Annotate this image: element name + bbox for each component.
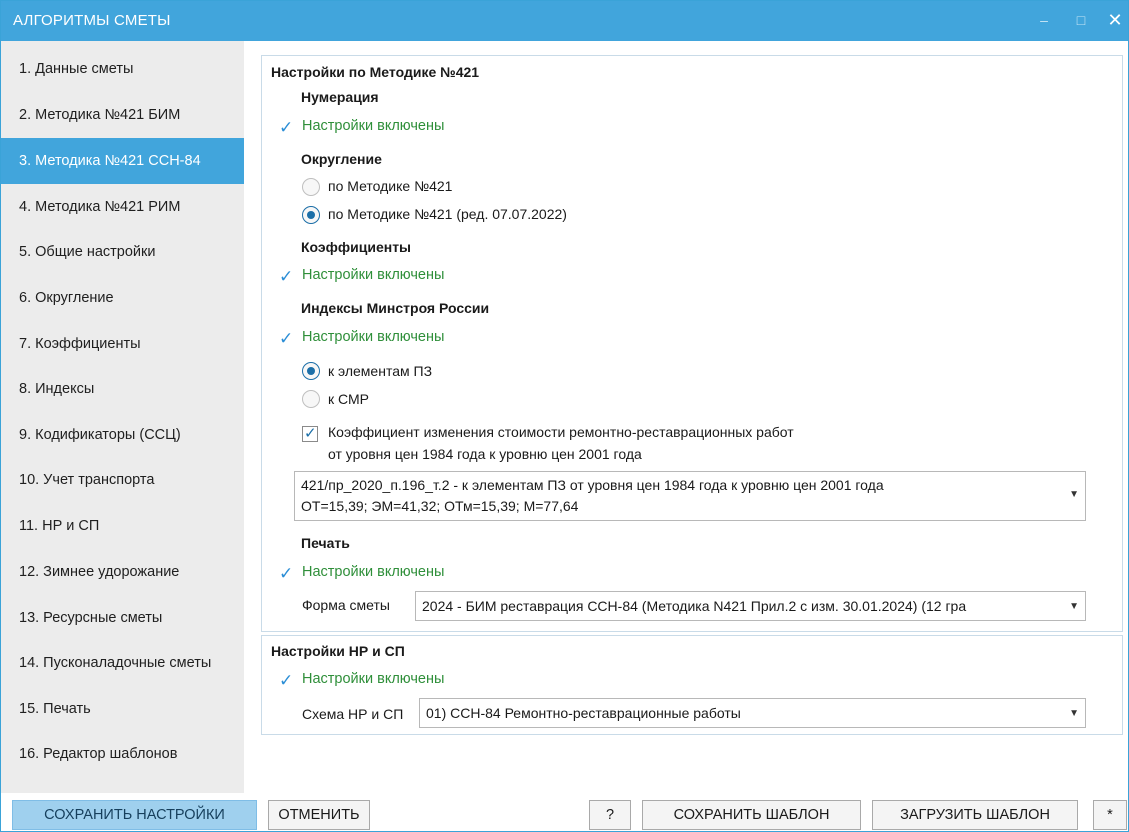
indexes-radio-smr-label[interactable]: к СМР	[328, 391, 369, 407]
rounding-radio-421-ed2022[interactable]	[302, 206, 320, 224]
sidebar-item-method-rim[interactable]: 4. Методика №421 РИМ	[1, 184, 244, 230]
maximize-icon[interactable]: □	[1070, 9, 1092, 31]
sidebar-item-resource[interactable]: 13. Ресурсные сметы	[1, 595, 244, 641]
sidebar-item-data[interactable]: 1. Данные сметы	[1, 46, 244, 92]
indexes-radio-pz[interactable]	[302, 362, 320, 380]
rounding-radio-421[interactable]	[302, 178, 320, 196]
form-select[interactable]: 2024 - БИМ реставрация ССН-84 (Методика …	[415, 591, 1086, 621]
minimize-icon[interactable]: –	[1033, 9, 1055, 31]
print-status: Настройки включены	[302, 564, 445, 580]
check-icon: ✓	[279, 564, 294, 583]
sidebar-item-print[interactable]: 15. Печать	[1, 686, 244, 732]
restoration-coefficient-label-line1[interactable]: Коэффициент изменения стоимости ремонтно…	[328, 424, 794, 440]
sidebar-item-transport[interactable]: 10. Учет транспорта	[1, 457, 244, 503]
panel-title: Настройки по Методике №421	[271, 64, 480, 80]
numbering-heading: Нумерация	[301, 89, 379, 105]
indexes-status: Настройки включены	[302, 329, 445, 345]
sidebar-item-coefficients[interactable]: 7. Коэффициенты	[1, 321, 244, 367]
chevron-down-icon: ▼	[1069, 489, 1079, 500]
load-template-button[interactable]: ЗАГРУЗИТЬ ШАБЛОН	[872, 800, 1078, 830]
chevron-down-icon: ▼	[1069, 708, 1079, 719]
save-template-button[interactable]: СОХРАНИТЬ ШАБЛОН	[642, 800, 861, 830]
sidebar-item-method-bim[interactable]: 2. Методика №421 БИМ	[1, 92, 244, 138]
scheme-select[interactable]: 01) ССН-84 Ремонтно-реставрационные рабо…	[419, 698, 1086, 728]
nr-sp-settings-panel: Настройки НР и СП ✓ Настройки включены С…	[261, 635, 1123, 735]
help-button[interactable]: ?	[589, 800, 631, 830]
sidebar: 1. Данные сметы 2. Методика №421 БИМ 3. …	[1, 41, 244, 793]
form-select-value: 2024 - БИМ реставрация ССН-84 (Методика …	[422, 598, 967, 614]
index-select-line1: 421/пр_2020_п.196_т.2 - к элементам ПЗ о…	[301, 477, 884, 493]
panel-title: Настройки НР и СП	[271, 643, 405, 659]
indexes-radio-smr[interactable]	[302, 390, 320, 408]
restoration-coefficient-label-line2[interactable]: от уровня цен 1984 года к уровню цен 200…	[328, 446, 642, 462]
scheme-select-value: 01) ССН-84 Ремонтно-реставрационные рабо…	[426, 705, 741, 721]
cancel-button[interactable]: ОТМЕНИТЬ	[268, 800, 370, 830]
sidebar-item-indexes[interactable]: 8. Индексы	[1, 366, 244, 412]
sidebar-item-method-ssn84[interactable]: 3. Методика №421 ССН-84	[1, 138, 244, 184]
check-icon: ✓	[279, 329, 294, 348]
form-label: Форма сметы	[302, 597, 390, 613]
coefficients-heading: Коэффициенты	[301, 239, 412, 255]
check-icon: ✓	[279, 267, 294, 286]
index-select[interactable]: 421/пр_2020_п.196_т.2 - к элементам ПЗ о…	[294, 471, 1086, 521]
scheme-label: Схема НР и СП	[302, 706, 404, 722]
chevron-down-icon: ▼	[1069, 601, 1079, 612]
sidebar-item-template-editor[interactable]: 16. Редактор шаблонов	[1, 731, 244, 777]
check-icon: ✓	[279, 671, 294, 690]
indexes-heading: Индексы Минстроя России	[301, 300, 490, 316]
rounding-radio-421-ed2022-label[interactable]: по Методике №421 (ред. 07.07.2022)	[328, 206, 567, 222]
nr-sp-status: Настройки включены	[302, 671, 445, 687]
save-settings-button[interactable]: СОХРАНИТЬ НАСТРОЙКИ	[12, 800, 257, 830]
checkmark-icon: ✓	[304, 425, 317, 442]
method-421-settings-panel: Настройки по Методике №421 Нумерация ✓ Н…	[261, 55, 1123, 632]
rounding-heading: Округление	[301, 151, 382, 167]
sidebar-item-commissioning[interactable]: 14. Пусконаладочные сметы	[1, 640, 244, 686]
rounding-radio-421-label[interactable]: по Методике №421	[328, 178, 452, 194]
sidebar-item-winter[interactable]: 12. Зимнее удорожание	[1, 549, 244, 595]
sidebar-item-rounding[interactable]: 6. Округление	[1, 275, 244, 321]
window-title: АЛГОРИТМЫ СМЕТЫ	[13, 12, 171, 29]
title-bar[interactable]: АЛГОРИТМЫ СМЕТЫ – □ ✕	[1, 1, 1128, 41]
more-button[interactable]: *	[1093, 800, 1127, 830]
index-select-line2: ОТ=15,39; ЭМ=41,32; ОТм=15,39; М=77,64	[301, 498, 579, 514]
indexes-radio-pz-label[interactable]: к элементам ПЗ	[328, 363, 432, 379]
numbering-status: Настройки включены	[302, 118, 445, 134]
sidebar-item-nr-sp[interactable]: 11. НР и СП	[1, 503, 244, 549]
coefficients-status: Настройки включены	[302, 267, 445, 283]
close-icon[interactable]: ✕	[1104, 9, 1126, 31]
restoration-coefficient-checkbox[interactable]: ✓	[302, 425, 318, 442]
sidebar-item-codifiers[interactable]: 9. Кодификаторы (ССЦ)	[1, 412, 244, 458]
check-icon: ✓	[279, 118, 294, 137]
print-heading: Печать	[301, 535, 350, 551]
sidebar-item-general[interactable]: 5. Общие настройки	[1, 229, 244, 275]
app-window: АЛГОРИТМЫ СМЕТЫ – □ ✕ 1. Данные сметы 2.…	[0, 0, 1129, 832]
